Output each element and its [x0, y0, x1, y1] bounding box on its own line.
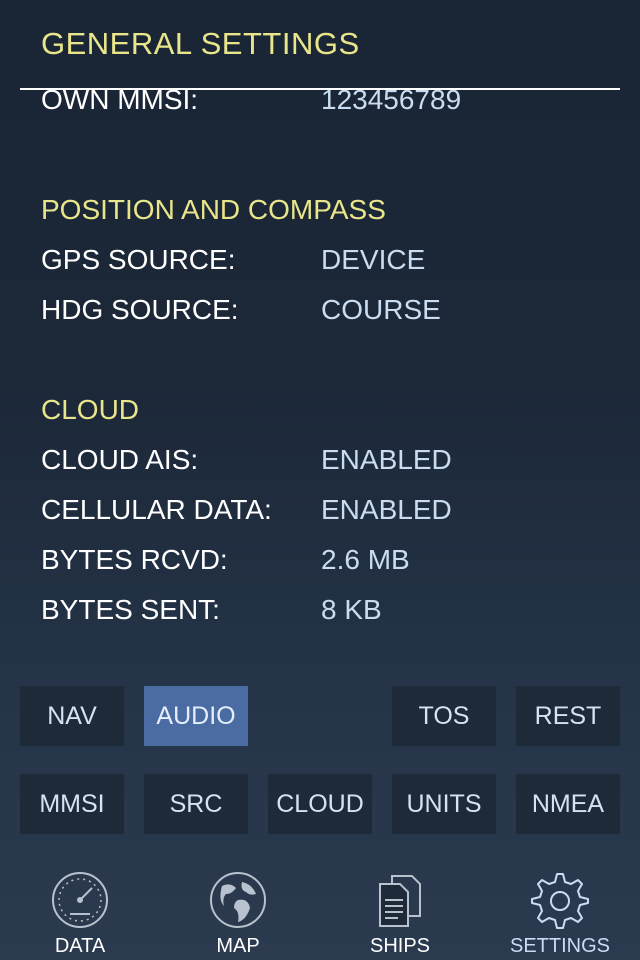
bytes-rcvd-row: BYTES RCVD: 2.6 MB	[41, 544, 601, 584]
own-mmsi-label: OWN MMSI:	[41, 90, 199, 115]
audio-button[interactable]: AUDIO	[144, 686, 248, 746]
nmea-button[interactable]: NMEA	[516, 774, 620, 834]
cloud-button[interactable]: CLOUD	[268, 774, 372, 834]
settings-scroll-area[interactable]: OWN MMSI: 123456789 POSITION AND COMPASS…	[0, 90, 640, 640]
tab-ships-label: SHIPS	[369, 935, 431, 957]
page-title: GENERAL SETTINGS	[41, 26, 360, 61]
hdg-source-row[interactable]: HDG SOURCE: COURSE	[41, 294, 601, 334]
bytes-rcvd-value: 2.6 MB	[321, 544, 410, 575]
tab-map-label: MAP	[216, 935, 260, 957]
tab-bar: DATA MAP SHIPS SETTINGS	[0, 862, 640, 960]
tab-map[interactable]: MAP	[178, 862, 298, 960]
cellular-data-row[interactable]: CELLULAR DATA: ENABLED	[41, 494, 601, 534]
gear-icon	[531, 873, 589, 929]
bytes-sent-value: 8 KB	[321, 594, 382, 625]
bytes-sent-row: BYTES SENT: 8 KB	[41, 594, 601, 634]
gps-source-label: GPS SOURCE:	[41, 244, 236, 275]
gps-source-row[interactable]: GPS SOURCE: DEVICE	[41, 244, 601, 284]
own-mmsi-value: 123456789	[321, 90, 462, 115]
bytes-sent-label: BYTES SENT:	[41, 594, 220, 625]
gauge-icon	[52, 872, 108, 928]
tab-data[interactable]: DATA	[20, 862, 140, 960]
gps-source-value[interactable]: DEVICE	[321, 244, 425, 276]
bytes-rcvd-label: BYTES RCVD:	[41, 544, 228, 575]
globe-icon	[210, 872, 266, 928]
rest-button[interactable]: REST	[516, 686, 620, 746]
section-title-cloud: CLOUD	[41, 394, 140, 425]
cloud-ais-value[interactable]: ENABLED	[321, 444, 452, 476]
tab-data-label: DATA	[54, 935, 106, 957]
hdg-source-value[interactable]: COURSE	[321, 294, 441, 326]
own-mmsi-row[interactable]: OWN MMSI: 123456789	[41, 90, 601, 124]
cloud-ais-label: CLOUD AIS:	[41, 444, 199, 475]
tab-settings-label: SETTINGS	[509, 935, 610, 957]
tab-ships[interactable]: SHIPS	[340, 862, 460, 960]
cloud-ais-row[interactable]: CLOUD AIS: ENABLED	[41, 444, 601, 484]
cellular-data-label: CELLULAR DATA:	[41, 494, 272, 525]
tab-settings[interactable]: SETTINGS	[500, 862, 620, 960]
hdg-source-label: HDG SOURCE:	[41, 294, 239, 325]
tos-button[interactable]: TOS	[392, 686, 496, 746]
section-title-position: POSITION AND COMPASS	[41, 194, 386, 225]
units-button[interactable]: UNITS	[392, 774, 496, 834]
documents-icon	[379, 875, 421, 927]
nav-button[interactable]: NAV	[20, 686, 124, 746]
cellular-data-value[interactable]: ENABLED	[321, 494, 452, 526]
mmsi-button[interactable]: MMSI	[20, 774, 124, 834]
src-button[interactable]: SRC	[144, 774, 248, 834]
